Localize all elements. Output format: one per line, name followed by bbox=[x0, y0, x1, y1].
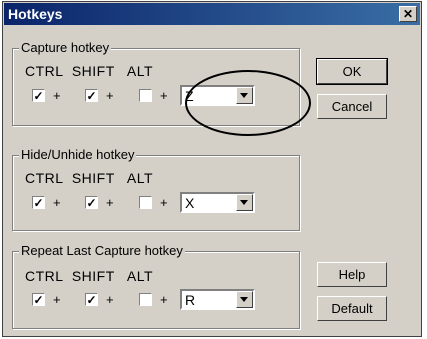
modifier-labels: CTRL SHIFT ALT bbox=[25, 170, 154, 186]
plus-sign: + bbox=[106, 88, 114, 103]
shift-checkbox[interactable]: ✓ bbox=[85, 293, 98, 306]
repeat-last-capture-hotkey-group: Repeat Last Capture hotkey CTRL SHIFT AL… bbox=[12, 243, 300, 329]
alt-checkbox[interactable] bbox=[139, 89, 152, 102]
title-bar[interactable]: Hotkeys ✕ bbox=[4, 3, 420, 25]
plus-sign: + bbox=[106, 292, 114, 307]
window-title: Hotkeys bbox=[8, 6, 63, 22]
cancel-button[interactable]: Cancel bbox=[317, 94, 387, 119]
plus-sign: + bbox=[160, 292, 168, 307]
ctrl-checkbox[interactable]: ✓ bbox=[32, 196, 45, 209]
ok-button[interactable]: OK bbox=[316, 58, 388, 85]
help-button[interactable]: Help bbox=[317, 262, 387, 287]
plus-sign: + bbox=[160, 195, 168, 210]
key-select[interactable]: Z bbox=[180, 85, 255, 106]
key-value: R bbox=[185, 292, 196, 308]
chevron-down-icon bbox=[240, 200, 248, 205]
plus-sign: + bbox=[53, 292, 61, 307]
key-select[interactable]: X bbox=[180, 192, 255, 213]
shift-checkbox[interactable]: ✓ bbox=[85, 89, 98, 102]
key-value: Z bbox=[185, 88, 194, 104]
default-button[interactable]: Default bbox=[317, 296, 387, 321]
hide-unhide-hotkey-legend: Hide/Unhide hotkey bbox=[19, 147, 137, 162]
plus-sign: + bbox=[53, 88, 61, 103]
chevron-down-icon bbox=[240, 93, 248, 98]
modifier-labels: CTRL SHIFT ALT bbox=[25, 268, 154, 284]
capture-hotkey-group: Capture hotkey CTRL SHIFT ALT ✓ + ✓ + + … bbox=[12, 40, 300, 126]
hide-unhide-hotkey-group: Hide/Unhide hotkey CTRL SHIFT ALT ✓ + ✓ … bbox=[12, 147, 300, 231]
alt-checkbox[interactable] bbox=[139, 293, 152, 306]
ctrl-checkbox[interactable]: ✓ bbox=[32, 293, 45, 306]
close-icon: ✕ bbox=[402, 7, 414, 21]
ctrl-checkbox[interactable]: ✓ bbox=[32, 89, 45, 102]
key-select[interactable]: R bbox=[180, 289, 255, 310]
plus-sign: + bbox=[106, 195, 114, 210]
dropdown-button[interactable] bbox=[236, 291, 253, 308]
plus-sign: + bbox=[160, 88, 168, 103]
capture-hotkey-legend: Capture hotkey bbox=[19, 40, 112, 55]
dropdown-button[interactable] bbox=[236, 194, 253, 211]
hotkeys-dialog: Hotkeys ✕ Capture hotkey CTRL SHIFT ALT … bbox=[2, 1, 422, 337]
chevron-down-icon bbox=[240, 297, 248, 302]
shift-checkbox[interactable]: ✓ bbox=[85, 196, 98, 209]
dropdown-button[interactable] bbox=[236, 87, 253, 104]
key-value: X bbox=[185, 195, 195, 211]
alt-checkbox[interactable] bbox=[139, 196, 152, 209]
close-button[interactable]: ✕ bbox=[399, 6, 417, 22]
modifier-labels: CTRL SHIFT ALT bbox=[25, 63, 154, 79]
plus-sign: + bbox=[53, 195, 61, 210]
repeat-last-capture-hotkey-legend: Repeat Last Capture hotkey bbox=[19, 243, 185, 258]
